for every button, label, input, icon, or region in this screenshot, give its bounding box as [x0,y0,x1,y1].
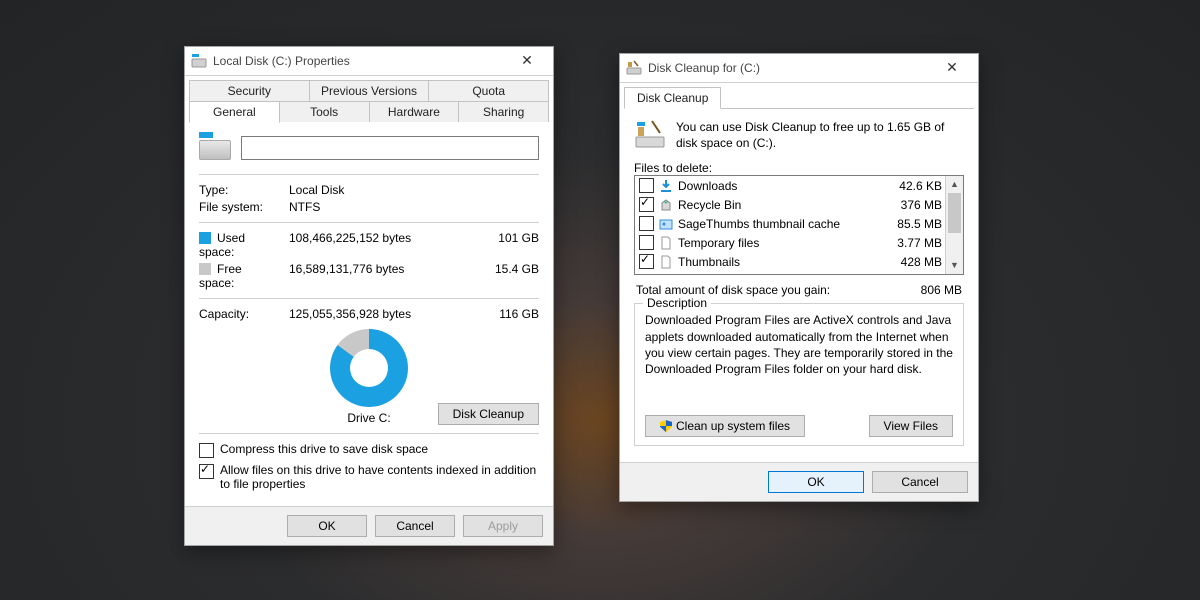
type-value: Local Disk [289,183,539,197]
tab-disk-cleanup[interactable]: Disk Cleanup [624,87,721,109]
item-name: Temporary files [678,236,878,250]
used-bytes: 108,466,225,152 bytes [289,231,473,259]
compress-label: Compress this drive to save disk space [220,442,428,456]
scroll-up-icon[interactable]: ▲ [946,176,963,193]
properties-window: Local Disk (C:) Properties ✕ Security Pr… [184,46,554,546]
properties-titlebar[interactable]: Local Disk (C:) Properties ✕ [185,47,553,76]
capacity-bytes: 125,055,356,928 bytes [289,307,473,321]
apply-button[interactable]: Apply [463,515,543,537]
used-label: Used space: [199,231,279,259]
file-icon [658,254,674,270]
used-human: 101 GB [483,231,539,259]
cleanup-intro: You can use Disk Cleanup to free up to 1… [676,119,964,151]
item-name: Thumbnails [678,255,878,269]
fs-label: File system: [199,200,279,214]
tab-quota[interactable]: Quota [428,80,549,101]
cancel-button[interactable]: Cancel [375,515,455,537]
shield-icon [660,420,672,432]
drive-icon [191,53,207,69]
ok-button[interactable]: OK [287,515,367,537]
index-checkbox-row[interactable]: Allow files on this drive to have conten… [199,463,539,491]
properties-button-row: OK Cancel Apply [185,506,553,545]
properties-title: Local Disk (C:) Properties [213,54,507,68]
tab-general[interactable]: General [189,101,280,123]
tabs-container: Security Previous Versions Quota General… [185,76,553,122]
description-text: Downloaded Program Files are ActiveX con… [645,312,953,377]
free-bytes: 16,589,131,776 bytes [289,262,473,290]
capacity-human: 116 GB [483,307,539,321]
cleanup-button-row: OK Cancel [620,462,978,501]
download-icon [658,178,674,194]
item-size: 42.6 KB [878,179,942,193]
list-item[interactable]: SageThumbs thumbnail cache85.5 MB [635,214,946,233]
recycle-icon [658,197,674,213]
cleanup-titlebar[interactable]: Disk Cleanup for (C:) ✕ [620,54,978,83]
tab-previous-versions[interactable]: Previous Versions [309,80,430,101]
list-item[interactable]: Downloads42.6 KB [635,176,946,195]
files-to-delete-label: Files to delete: [634,161,964,175]
tab-sharing[interactable]: Sharing [458,101,549,122]
compress-checkbox-row[interactable]: Compress this drive to save disk space [199,442,539,458]
item-size: 3.77 MB [878,236,942,250]
scrollbar-thumb[interactable] [948,193,961,233]
cleanup-tab-body: You can use Disk Cleanup to free up to 1… [620,109,978,462]
item-size: 85.5 MB [878,217,942,231]
desktop: Local Disk (C:) Properties ✕ Security Pr… [0,0,1200,600]
compress-checkbox[interactable] [199,443,214,458]
cancel-button[interactable]: Cancel [872,471,968,493]
broom-drive-large-icon [634,119,666,151]
item-checkbox[interactable] [639,178,654,193]
close-icon[interactable]: ✕ [932,57,972,79]
fs-value: NTFS [289,200,539,214]
total-value: 806 MB [921,283,962,297]
list-item[interactable]: Temporary files3.77 MB [635,233,946,252]
free-human: 15.4 GB [483,262,539,290]
free-label: Free space: [199,262,279,290]
thumb-icon [658,216,674,232]
view-files-button[interactable]: View Files [869,415,953,437]
close-icon[interactable]: ✕ [507,50,547,72]
tab-hardware[interactable]: Hardware [369,101,460,122]
disk-cleanup-button[interactable]: Disk Cleanup [438,403,539,425]
index-checkbox[interactable] [199,464,214,479]
description-legend: Description [643,296,711,310]
scrollbar[interactable]: ▲ ▼ [945,176,963,274]
type-label: Type: [199,183,279,197]
list-item[interactable]: Recycle Bin376 MB [635,195,946,214]
files-listbox[interactable]: Downloads42.6 KBRecycle Bin376 MBSageThu… [634,175,964,275]
capacity-label: Capacity: [199,307,279,321]
tab-tools[interactable]: Tools [279,101,370,122]
item-checkbox[interactable] [639,235,654,250]
index-label: Allow files on this drive to have conten… [220,463,539,491]
item-name: SageThumbs thumbnail cache [678,217,878,231]
description-group: Description Downloaded Program Files are… [634,303,964,446]
item-name: Downloads [678,179,878,193]
broom-drive-icon [626,60,642,76]
drive-name-input[interactable] [241,136,539,160]
item-checkbox[interactable] [639,216,654,231]
item-checkbox[interactable] [639,197,654,212]
cleanup-window: Disk Cleanup for (C:) ✕ Disk Cleanup You… [619,53,979,502]
cleanup-title: Disk Cleanup for (C:) [648,61,932,75]
file-icon [658,235,674,251]
item-size: 428 MB [878,255,942,269]
clean-system-files-button[interactable]: Clean up system files [645,415,805,437]
total-label: Total amount of disk space you gain: [636,283,830,297]
drive-large-icon [199,132,231,164]
usage-pie-chart [330,329,408,407]
item-size: 376 MB [878,198,942,212]
item-name: Recycle Bin [678,198,878,212]
general-tab-body: Type: Local Disk File system: NTFS Used sp… [185,122,553,506]
list-item[interactable]: Thumbnails428 MB [635,252,946,271]
ok-button[interactable]: OK [768,471,864,493]
tab-security[interactable]: Security [189,80,310,101]
scroll-down-icon[interactable]: ▼ [946,257,963,274]
item-checkbox[interactable] [639,254,654,269]
